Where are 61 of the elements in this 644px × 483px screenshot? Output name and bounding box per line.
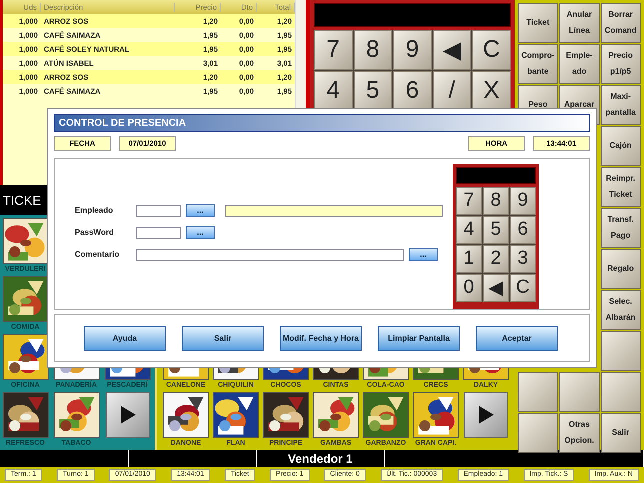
function-button[interactable]: Ticket	[518, 3, 558, 43]
function-button[interactable]: Selec. Albarán	[600, 290, 641, 330]
field-label: Empleado	[75, 206, 114, 215]
keypad-key[interactable]: 4	[314, 71, 353, 111]
lookup-button[interactable]: ...	[409, 248, 438, 261]
keypad-key[interactable]: X	[472, 71, 511, 111]
keypad-key[interactable]: 6	[393, 71, 432, 111]
keypad-key[interactable]: 0	[456, 274, 482, 302]
function-button[interactable]	[518, 413, 558, 453]
keypad-key[interactable]: 2	[483, 245, 509, 273]
function-button[interactable]: Emple- ado	[559, 44, 600, 84]
lookup-button[interactable]: ...	[186, 226, 215, 239]
function-button[interactable]	[600, 372, 641, 412]
action-button[interactable]: Ayuda	[84, 326, 166, 350]
next-page-button[interactable]	[464, 392, 508, 438]
action-button[interactable]: Limpiar Pantalla	[378, 326, 460, 350]
function-button[interactable]: Borrar Comand	[600, 3, 641, 43]
keypad-key[interactable]: 6	[510, 216, 536, 244]
keypad-key[interactable]: 5	[483, 216, 509, 244]
function-button[interactable]	[518, 372, 558, 412]
dialog-title: CONTROL DE PRESENCIA	[54, 114, 590, 132]
function-button[interactable]: Cajón	[600, 126, 641, 166]
field-label: Comentario	[75, 250, 120, 259]
keypad-key[interactable]: C	[510, 274, 536, 302]
lookup-button[interactable]: ...	[186, 204, 215, 217]
play-arrow-icon	[477, 405, 495, 425]
keypad-key[interactable]: 9	[393, 30, 432, 70]
field-label: PassWord	[75, 228, 115, 237]
function-button[interactable]: Compro- bante	[518, 44, 558, 84]
keypad-key[interactable]: C	[472, 30, 511, 70]
function-button[interactable]: Anular Línea	[559, 3, 600, 43]
function-button[interactable]: Reimpr. Ticket	[600, 167, 641, 207]
keypad-key[interactable]: /	[432, 71, 472, 111]
password-field[interactable]	[136, 226, 181, 238]
keypad-key[interactable]: 5	[354, 71, 392, 111]
keypad-key[interactable]: 9	[510, 187, 536, 215]
action-button[interactable]: Modif. Fecha y Hora	[280, 326, 362, 350]
keypad-key[interactable]: ◀	[483, 274, 509, 302]
keypad-key[interactable]: 8	[483, 187, 509, 215]
function-button[interactable]: Maxi- pantalla	[600, 85, 641, 125]
keypad-key[interactable]: 7	[456, 187, 482, 215]
input-field[interactable]	[136, 248, 404, 260]
action-button[interactable]: Salir	[182, 326, 264, 350]
function-button[interactable]: Otras Opcion.	[559, 413, 600, 453]
name-field[interactable]	[225, 204, 443, 216]
play-arrow-icon	[118, 405, 136, 425]
action-button[interactable]: Aceptar	[476, 326, 558, 350]
function-button[interactable]	[559, 372, 600, 412]
next-page-button[interactable]	[106, 392, 150, 438]
keypad-key[interactable]: 8	[354, 30, 392, 70]
keypad-key[interactable]: ◀	[432, 30, 472, 70]
keypad-key[interactable]: 4	[456, 216, 482, 244]
function-button[interactable]	[600, 331, 641, 371]
function-button[interactable]: Regalo	[600, 249, 641, 289]
keypad-key[interactable]: 3	[510, 245, 536, 273]
keypad-key[interactable]: 7	[314, 30, 353, 70]
function-button[interactable]: Salir	[600, 413, 641, 453]
function-button[interactable]: Precio p1/p5	[600, 44, 641, 84]
function-button[interactable]: Transf. Pago	[600, 208, 641, 248]
keypad-key[interactable]: 1	[456, 245, 482, 273]
input-field[interactable]	[136, 204, 181, 216]
